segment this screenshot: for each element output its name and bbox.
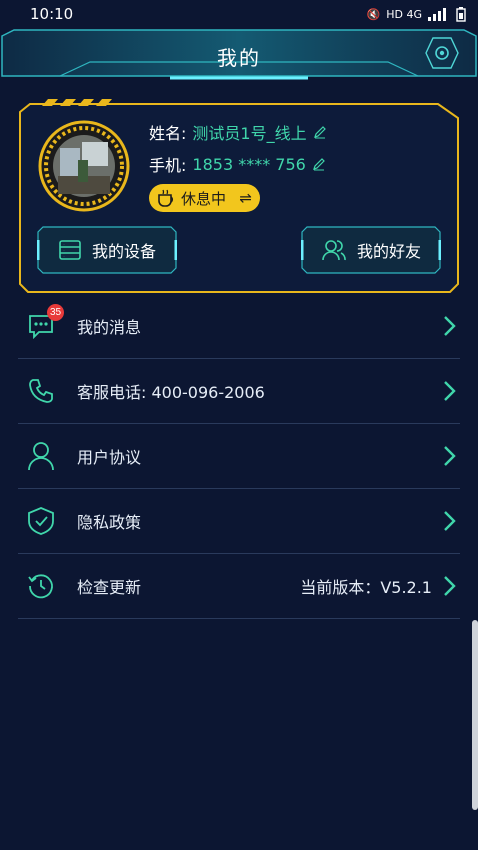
chevron-right-icon	[444, 576, 456, 596]
mute-icon: 🔇	[366, 7, 381, 21]
menu-item-label: 客服电话: 400-096-2006	[77, 383, 265, 402]
shield-check-icon	[26, 506, 56, 536]
switch-icon: ⇌	[239, 189, 252, 207]
work-status-toggle[interactable]: 休息中 ⇌	[149, 184, 260, 212]
status-text: 休息中	[181, 189, 227, 208]
avatar[interactable]	[38, 120, 130, 212]
menu-item-customer-service[interactable]: 客服电话: 400-096-2006	[18, 359, 460, 424]
status-bar: 10:10 🔇 HD 4G	[0, 0, 478, 28]
status-icons: 🔇 HD 4G	[366, 6, 466, 22]
my-devices-label: 我的设备	[91, 242, 156, 261]
top-navigation-bar: 我的	[0, 28, 478, 80]
edit-name-icon[interactable]	[313, 125, 327, 139]
history-icon	[26, 571, 56, 601]
coffee-cup-icon	[158, 189, 173, 207]
menu-item-label: 隐私政策	[77, 513, 142, 532]
my-friends-label: 我的好友	[356, 242, 421, 261]
device-list-icon	[59, 240, 81, 260]
battery-icon	[456, 6, 466, 22]
menu-item-user-agreement[interactable]: 用户协议	[18, 424, 460, 489]
name-label: 姓名:	[149, 124, 187, 143]
avatar-frame	[38, 120, 130, 212]
unread-badge: 35	[47, 304, 64, 321]
name-row: 姓名: 测试员1号_线上	[149, 120, 327, 144]
gear-icon	[425, 37, 459, 69]
chevron-right-icon	[444, 381, 456, 401]
status-time: 10:10	[30, 5, 74, 23]
scrollbar[interactable]	[472, 620, 478, 810]
chevron-right-icon	[444, 511, 456, 531]
network-label: HD 4G	[386, 7, 422, 21]
edit-phone-icon[interactable]	[312, 157, 326, 171]
signal-icon	[428, 8, 446, 21]
profile-card: 姓名: 测试员1号_线上 手机: 1853 **** 756 休息中 ⇌ 我的设…	[18, 98, 462, 294]
my-devices-button[interactable]: 我的设备	[37, 226, 177, 274]
page-title: 我的	[217, 46, 261, 70]
menu-item-messages[interactable]: 35 我的消息	[18, 294, 460, 359]
menu-item-check-update[interactable]: 检查更新 当前版本：V5.2.1	[18, 554, 460, 619]
chevron-right-icon	[444, 316, 456, 336]
settings-button[interactable]	[424, 36, 460, 70]
phone-icon	[26, 376, 56, 406]
phone-value: 1853 **** 756	[192, 154, 306, 174]
phone-label: 手机:	[149, 156, 187, 175]
menu-item-privacy-policy[interactable]: 隐私政策	[18, 489, 460, 554]
chevron-right-icon	[444, 446, 456, 466]
settings-menu: 35 我的消息 客服电话: 400-096-2006 用户协议 隐私政策 检查更…	[18, 294, 460, 619]
my-friends-button[interactable]: 我的好友	[301, 226, 441, 274]
friends-icon	[322, 240, 346, 261]
menu-item-label: 我的消息	[77, 318, 142, 337]
user-icon	[26, 441, 56, 471]
name-value: 测试员1号_线上	[192, 124, 307, 143]
current-version: 当前版本：V5.2.1	[300, 578, 432, 597]
phone-row: 手机: 1853 **** 756	[149, 152, 326, 176]
menu-item-label: 用户协议	[77, 448, 142, 467]
menu-item-label: 检查更新	[77, 578, 142, 597]
